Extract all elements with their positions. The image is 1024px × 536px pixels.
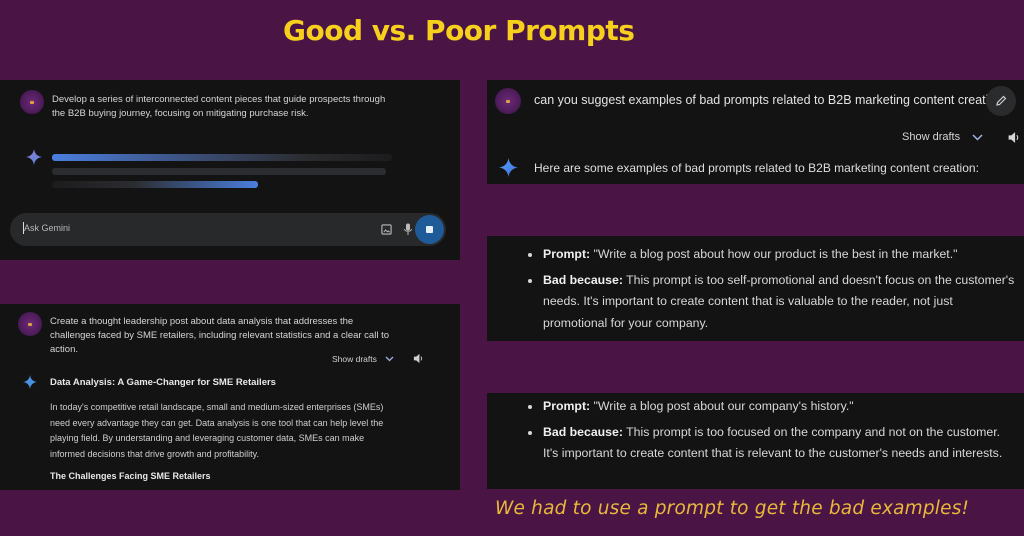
- gemini-sparkle-icon: [23, 375, 37, 389]
- chevron-down-icon: [972, 133, 983, 141]
- bad-example-list: Prompt: "Write a blog post about how our…: [525, 244, 1015, 338]
- bad-prompt-chat-panel: can you suggest examples of bad prompts …: [487, 80, 1024, 184]
- user-avatar: [18, 312, 42, 336]
- response-body: In today's competitive retail landscape,…: [50, 402, 384, 459]
- stop-icon: [426, 226, 433, 233]
- footer-note: We had to use a prompt to get the bad ex…: [495, 498, 970, 519]
- bad-example-prompt: Prompt: "Write a blog post about our com…: [525, 396, 1015, 418]
- bad-example-prompt: Prompt: "Write a blog post about how our…: [525, 244, 1015, 266]
- bad-example-panel-2: Prompt: "Write a blog post about our com…: [487, 393, 1024, 489]
- loading-bar: [52, 181, 258, 188]
- user-prompt: Create a thought leadership post about d…: [50, 316, 390, 355]
- user-prompt: can you suggest examples of bad prompts …: [534, 93, 1003, 107]
- response-subheading: The Challenges Facing SME Retailers: [50, 471, 211, 481]
- gemini-sparkle-icon: [499, 158, 518, 177]
- user-avatar: [495, 88, 521, 114]
- good-prompt-panel-1: Develop a series of interconnected conte…: [0, 80, 460, 260]
- show-drafts-button[interactable]: Show drafts: [902, 131, 983, 143]
- image-upload-icon[interactable]: [381, 224, 392, 235]
- speaker-icon[interactable]: [413, 353, 424, 364]
- gemini-sparkle-icon: [26, 149, 42, 165]
- page-title: Good vs. Poor Prompts: [283, 14, 635, 47]
- ask-gemini-input[interactable]: Ask Gemini: [10, 213, 446, 246]
- show-drafts-button[interactable]: Show drafts: [332, 354, 394, 364]
- loading-bar: [52, 168, 386, 175]
- edit-prompt-button[interactable]: [986, 86, 1016, 116]
- bad-example-reason: Bad because: This prompt is too focused …: [525, 422, 1015, 465]
- speaker-icon[interactable]: [1007, 131, 1021, 144]
- show-drafts-label: Show drafts: [332, 354, 377, 364]
- stop-button[interactable]: [415, 215, 444, 244]
- bad-example-panel-1: Prompt: "Write a blog post about how our…: [487, 236, 1024, 341]
- user-avatar: [20, 90, 44, 114]
- pencil-icon: [996, 95, 1007, 106]
- microphone-icon[interactable]: [403, 223, 413, 236]
- chevron-down-icon: [385, 356, 394, 362]
- show-drafts-label: Show drafts: [902, 131, 961, 143]
- loading-bar: [52, 154, 392, 161]
- bad-example-reason: Bad because: This prompt is too self-pro…: [525, 270, 1015, 335]
- good-prompt-panel-2: Create a thought leadership post about d…: [0, 304, 460, 490]
- user-prompt: Develop a series of interconnected conte…: [52, 94, 386, 119]
- response-title: Data Analysis: A Game-Changer for SME Re…: [50, 377, 276, 388]
- input-placeholder: Ask Gemini: [24, 223, 71, 233]
- response-intro: Here are some examples of bad prompts re…: [534, 161, 979, 175]
- bad-example-list: Prompt: "Write a blog post about our com…: [525, 396, 1015, 469]
